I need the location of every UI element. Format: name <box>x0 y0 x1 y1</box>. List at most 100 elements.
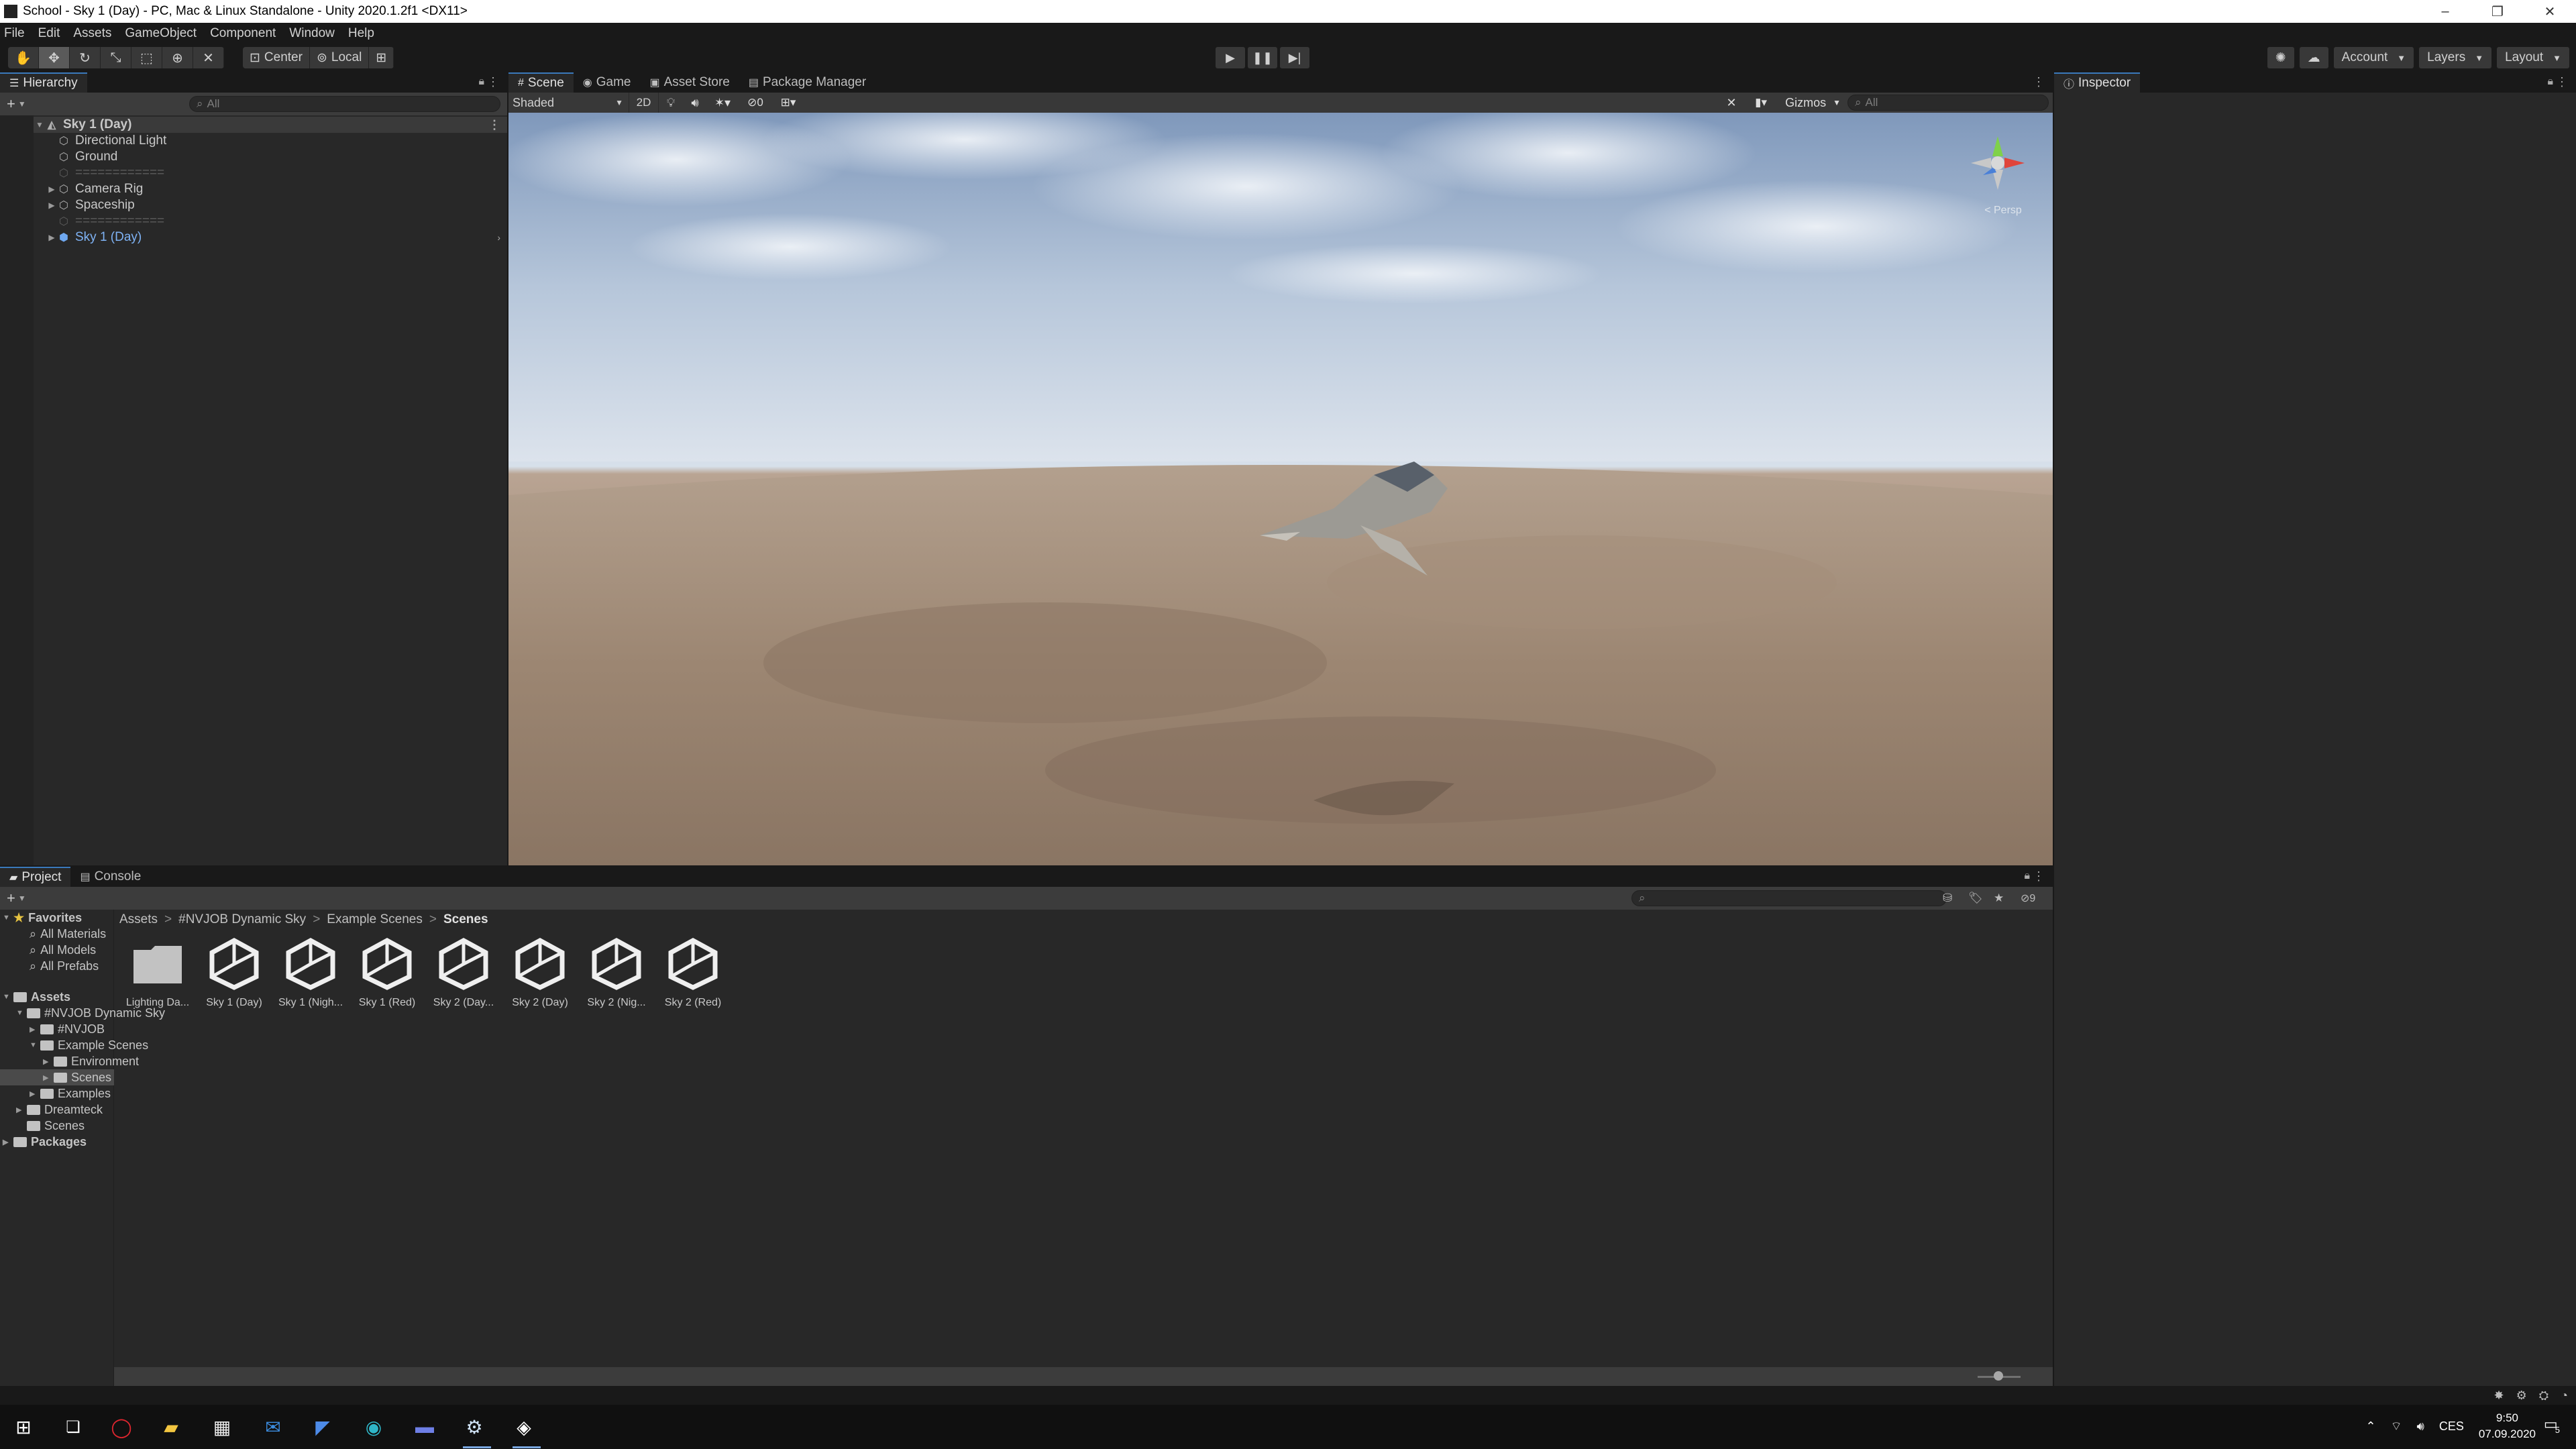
scale-tool-icon[interactable]: ⤡ <box>101 47 131 68</box>
layers-dropdown[interactable]: Layers ▼ <box>2419 47 2492 68</box>
expand-arrow-icon[interactable]: ▼ <box>3 993 13 1001</box>
audio-toggle-icon[interactable]: 🔊︎ <box>683 96 707 110</box>
expand-arrow-icon[interactable]: ▶ <box>43 1073 54 1082</box>
hand-tool-icon[interactable]: ✋ <box>8 47 39 68</box>
thumbnail-size-slider-handle[interactable] <box>1994 1371 2003 1381</box>
grid-snap-button[interactable]: ⊞ <box>369 47 394 68</box>
tab-asset-store[interactable]: ▣ Asset Store <box>641 72 739 93</box>
custom-tool-icon[interactable]: ✕ <box>193 47 224 68</box>
tree-folder[interactable]: ▶ Dreamteck <box>16 1102 103 1118</box>
menu-file[interactable]: File <box>4 26 25 41</box>
restore-button[interactable]: ❐ <box>2471 0 2524 23</box>
expand-arrow-icon[interactable]: ▼ <box>16 1009 27 1017</box>
tab-project[interactable]: ▰ Project <box>0 867 71 887</box>
more-options-icon[interactable]: ⋮ <box>488 118 500 132</box>
unity-taskbar-icon[interactable]: ◈ <box>510 1413 538 1441</box>
close-button[interactable]: ✕ <box>2524 0 2576 23</box>
lock-icon[interactable]: 🔒︎ <box>2547 76 2553 88</box>
hierarchy-item-sky-prefab[interactable]: ▶ ⬢ Sky 1 (Day) › <box>34 229 507 246</box>
step-button[interactable]: ▶| <box>1280 47 1309 68</box>
language-indicator[interactable]: CES <box>2439 1419 2464 1434</box>
tab-hierarchy[interactable]: ☰ Hierarchy <box>0 72 87 93</box>
asset-folder-item[interactable]: Lighting Da... <box>119 934 196 1009</box>
terminal-app-icon[interactable]: ▬ <box>411 1413 439 1441</box>
cloud-button[interactable]: ☁ <box>2299 47 2328 68</box>
mail-icon[interactable]: ✉ <box>259 1413 287 1441</box>
breadcrumb-item[interactable]: Assets <box>119 912 158 927</box>
breadcrumb-item[interactable]: #NVJOB Dynamic Sky <box>178 912 306 927</box>
toggle-2d-button[interactable]: 2D <box>629 93 659 113</box>
create-plus-icon[interactable]: + <box>7 95 15 113</box>
asset-scene-item[interactable]: Sky 1 (Day) <box>196 934 272 1009</box>
expand-arrow-icon[interactable]: ▼ <box>30 1041 40 1049</box>
menu-edit[interactable]: Edit <box>38 26 60 41</box>
tray-chevron-up-icon[interactable]: ⌃ <box>2366 1419 2376 1434</box>
tree-favorite-item[interactable]: ⌕ All Materials <box>30 926 106 942</box>
collab-button[interactable]: ✺ <box>2267 47 2294 68</box>
create-plus-icon[interactable]: + <box>7 890 15 907</box>
tree-folder-selected[interactable]: ▶ Scenes <box>0 1069 114 1085</box>
lock-icon[interactable]: 🔒︎ <box>478 76 484 88</box>
tab-inspector[interactable]: ⓘ Inspector <box>2054 72 2141 93</box>
gizmos-dropdown[interactable]: Gizmos ▼ <box>1778 96 1847 110</box>
expand-arrow-icon[interactable]: ▶ <box>46 233 58 242</box>
pause-button[interactable]: ❚❚ <box>1248 47 1277 68</box>
tree-folder[interactable]: ▼ Example Scenes <box>30 1037 148 1053</box>
asset-scene-item[interactable]: Sky 2 (Day... <box>425 934 502 1009</box>
menu-window[interactable]: Window <box>289 26 335 41</box>
hidden-objects-toggle[interactable]: ⊘0 <box>738 96 773 109</box>
tree-favorite-item[interactable]: ⌕ All Prefabs <box>30 958 99 974</box>
tab-console[interactable]: ▤ Console <box>70 867 150 887</box>
clock[interactable]: 9:50 07.09.2020 <box>2479 1410 2536 1442</box>
move-tool-icon[interactable]: ✥ <box>39 47 70 68</box>
hierarchy-item-separator[interactable]: ⬡ ============ <box>34 165 507 181</box>
persp-label[interactable]: < Persp <box>1984 205 2022 216</box>
bug-icon[interactable]: ✸ <box>2493 1389 2504 1403</box>
expand-arrow-icon[interactable]: ▶ <box>46 184 58 194</box>
tree-folder[interactable]: ▶ #NVJOB <box>30 1021 105 1037</box>
grid-toggle-icon[interactable]: ⊞▾ <box>773 96 804 109</box>
tools-icon[interactable]: ✕ <box>1719 96 1743 110</box>
file-explorer-icon[interactable]: ▰ <box>157 1413 185 1441</box>
tab-game[interactable]: ◉ Game <box>574 72 641 93</box>
tab-package-manager[interactable]: ▤ Package Manager <box>739 72 875 93</box>
windows-start-icon[interactable]: ⊞ <box>9 1413 38 1441</box>
shading-mode-dropdown[interactable]: Shaded ▼ <box>508 93 629 113</box>
asset-scene-item[interactable]: Sky 1 (Nigh... <box>272 934 349 1009</box>
more-options-icon[interactable]: ⋮ <box>487 75 499 89</box>
search-by-type-icon[interactable]: ⛁ <box>1943 892 1952 905</box>
breadcrumb-item-current[interactable]: Scenes <box>443 912 488 927</box>
tree-folder-assets[interactable]: ▼ Assets <box>3 989 70 1005</box>
tab-scene[interactable]: # Scene <box>508 72 574 93</box>
minimize-button[interactable]: – <box>2419 0 2471 23</box>
expand-arrow-icon[interactable]: ▼ <box>3 914 13 922</box>
transform-tool-icon[interactable]: ⊕ <box>162 47 193 68</box>
camera-settings-icon[interactable]: ▮▾ <box>1743 96 1778 109</box>
chevron-down-icon[interactable]: ▼ <box>18 894 26 903</box>
expand-arrow-icon[interactable]: ▼ <box>34 120 46 129</box>
task-view-icon[interactable]: ❏ <box>59 1413 87 1441</box>
expand-arrow-icon[interactable]: ▶ <box>16 1106 27 1114</box>
volume-icon[interactable]: 🔊︎ <box>2417 1419 2424 1434</box>
scene-viewport[interactable]: < Persp <box>508 113 2053 865</box>
edge-browser-icon[interactable]: ◉ <box>360 1413 388 1441</box>
scene-search-input[interactable]: ⌕ All <box>1847 95 2049 111</box>
hierarchy-search-input[interactable]: ⌕ All <box>189 96 500 112</box>
pivot-local-button[interactable]: ⊚ Local <box>310 47 370 68</box>
tree-folder[interactable]: ▶ Examples <box>30 1085 111 1102</box>
menu-gameobject[interactable]: GameObject <box>125 26 197 41</box>
lock-icon[interactable]: 🔒︎ <box>2024 870 2030 882</box>
project-search-input[interactable]: ⌕ <box>1631 890 1947 906</box>
network-icon[interactable]: ⌔ <box>2391 1419 2402 1434</box>
expand-arrow-icon[interactable]: ▶ <box>46 201 58 210</box>
asset-scene-item[interactable]: Sky 2 (Day) <box>502 934 578 1009</box>
lighting-toggle-icon[interactable]: 💡︎ <box>659 96 683 110</box>
cache-server-icon[interactable]: ⛭ <box>2539 1389 2548 1403</box>
notification-center-button[interactable]: ▭ 5 <box>2544 1415 2567 1435</box>
auto-generate-lighting-icon[interactable]: ⚙ <box>2516 1389 2527 1403</box>
breadcrumb-item[interactable]: Example Scenes <box>327 912 423 927</box>
tree-folder[interactable]: ▶ Environment <box>43 1053 139 1069</box>
visual-studio-icon[interactable]: ◤ <box>309 1413 337 1441</box>
menu-component[interactable]: Component <box>210 26 276 41</box>
hierarchy-item-directional-light[interactable]: ⬡ Directional Light <box>34 133 507 149</box>
